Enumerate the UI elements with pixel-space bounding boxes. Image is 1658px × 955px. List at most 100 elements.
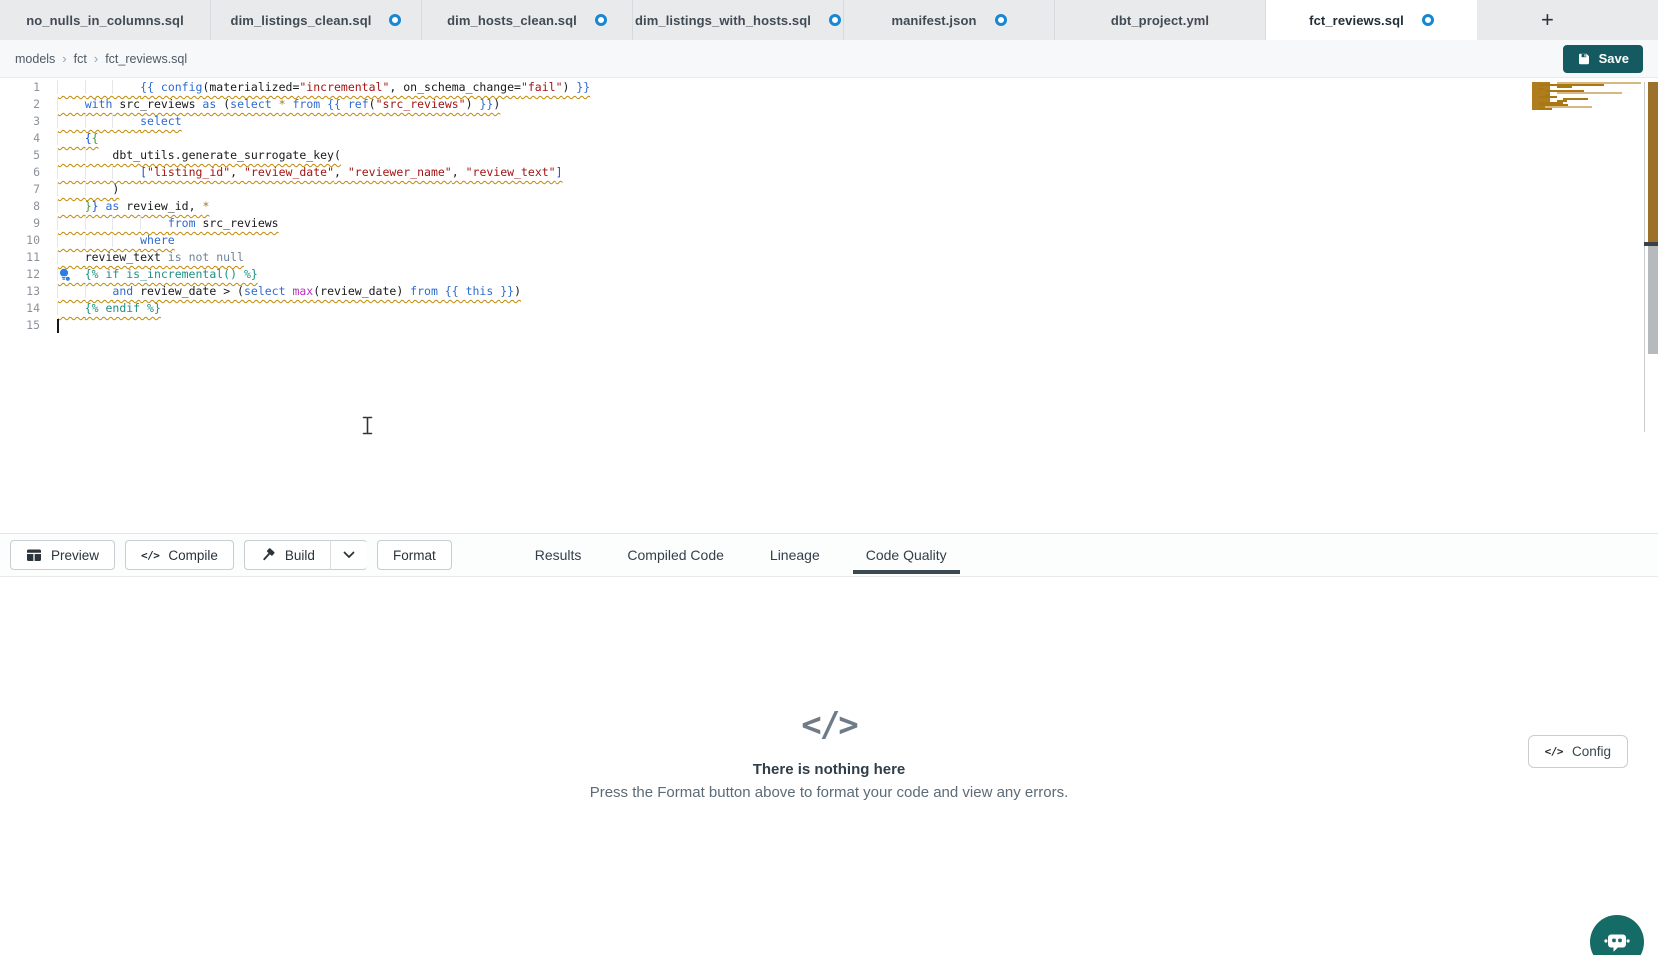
code-line-text: and review_date > (select max(review_dat… [57,283,521,300]
code-token: { [85,131,92,145]
breadcrumb-item[interactable]: fct [74,52,87,66]
line-number: 4 [0,130,40,147]
panel-tab-lineage[interactable]: Lineage [757,534,833,576]
code-line[interactable]: 12 {% if is_incremental() %} [0,266,1658,283]
indent-guide [57,97,86,111]
code-token: select [140,114,182,128]
code-line-text: ["listing_id", "review_date", "reviewer_… [57,164,563,181]
line-number: 15 [0,317,40,334]
code-line[interactable]: 11 review_text is not null [0,249,1658,266]
code-token: "reviewer_name" [348,165,452,179]
code-token: review_date [140,284,223,298]
editor-scrollbar[interactable] [1644,82,1658,432]
code-token: { [92,131,99,145]
build-options-dropdown[interactable] [330,540,367,570]
indent-guide [57,284,86,298]
file-tab-label: dim_listings_with_hosts.sql [635,13,811,28]
code-editor[interactable]: 1 {{ config(materialized="incremental", … [0,78,1658,533]
indent-guide [112,233,141,247]
code-line[interactable]: 8 }} as review_id, * [0,198,1658,215]
code-line-text: }} as review_id, * [57,198,209,215]
panel-tab-compiled-code[interactable]: Compiled Code [614,534,737,576]
code-token: from [410,284,445,298]
line-number: 11 [0,249,40,266]
breadcrumb-item[interactable]: fct_reviews.sql [105,52,187,66]
unsaved-dot [995,14,1007,26]
code-line[interactable]: 4 {{ [0,130,1658,147]
minimap[interactable] [1532,82,1644,110]
code-line[interactable]: 6 ["listing_id", "review_date", "reviewe… [0,164,1658,181]
line-number: 13 [0,283,40,300]
code-token: , [334,165,348,179]
build-button-label: Build [285,548,315,563]
breadcrumb-bar: models›fct›fct_reviews.sql Save [0,40,1658,78]
code-token: "review_date" [244,165,334,179]
save-button[interactable]: Save [1563,45,1643,73]
file-tab-dim_hosts_clean.sql[interactable]: dim_hosts_clean.sql [422,0,633,40]
new-tab-button[interactable]: + [1533,7,1562,33]
indent-guide [57,182,86,196]
code-lines: 1 {{ config(materialized="incremental", … [0,78,1658,334]
result-panel-tabs: Results Compiled Code Lineage Code Quality [512,534,970,576]
code-token: "src_reviews" [376,97,466,111]
indent-guide [85,114,114,128]
code-brackets-icon: </> [1545,745,1563,758]
quick-fix-lightbulb-icon[interactable] [57,268,71,282]
code-line[interactable]: 14 {% endif %} [0,300,1658,317]
code-token: , [230,165,244,179]
indent-guide [57,131,86,145]
indent-guide [57,233,86,247]
file-tab-manifest.json[interactable]: manifest.json [844,0,1055,40]
preview-button-label: Preview [51,548,99,563]
code-line[interactable]: 7 ) [0,181,1658,198]
code-token: ) [112,182,119,196]
indent-guide [57,250,86,264]
unsaved-dot [595,14,607,26]
floppy-disk-icon [1577,52,1591,66]
code-token: , on_schema_change= [389,80,521,94]
code-token: review_id, [126,199,202,213]
indent-guide [57,114,86,128]
file-tab-dim_listings_with_hosts.sql[interactable]: dim_listings_with_hosts.sql [633,0,844,40]
code-token: ) [514,284,521,298]
line-number: 3 [0,113,40,130]
file-tab-label: dbt_project.yml [1111,13,1209,28]
line-number: 7 [0,181,40,198]
robot-chat-icon [1602,927,1632,955]
code-line[interactable]: 13 and review_date > (select max(review_… [0,283,1658,300]
code-token: dbt_utils.generate_surrogate_key( [112,148,340,162]
empty-state-title: There is nothing here [753,761,906,778]
code-line-text [57,317,59,334]
config-button[interactable]: </> Config [1528,735,1628,768]
scrollbar-thumb[interactable] [1648,246,1658,354]
file-tab-no_nulls_in_columns.sql[interactable]: no_nulls_in_columns.sql [0,0,211,40]
build-button[interactable]: Build [244,540,330,570]
code-token: {{ [445,284,466,298]
code-token: } [85,199,92,213]
code-token: src_reviews [202,216,278,230]
code-line[interactable]: 15 [0,317,1658,334]
code-line[interactable]: 2 with src_reviews as (select * from {{ … [0,96,1658,113]
code-line-text: ) [57,181,119,198]
panel-tab-results[interactable]: Results [522,534,595,576]
mouse-ibeam-cursor [362,416,373,440]
compile-button[interactable]: </> Compile [125,540,234,570]
file-tab-dim_listings_clean.sql[interactable]: dim_listings_clean.sql [211,0,422,40]
code-line[interactable]: 10 where [0,232,1658,249]
breadcrumb-item[interactable]: models [15,52,55,66]
table-grid-icon [26,547,42,563]
preview-button[interactable]: Preview [10,540,115,570]
code-line[interactable]: 1 {{ config(materialized="incremental", … [0,79,1658,96]
code-line[interactable]: 3 select [0,113,1658,130]
code-line[interactable]: 9 from src_reviews [0,215,1658,232]
format-button[interactable]: Format [377,540,452,570]
file-tab-fct_reviews.sql[interactable]: fct_reviews.sql [1266,0,1477,40]
file-tabs: no_nulls_in_columns.sqldim_listings_clea… [0,0,1477,40]
file-tab-dbt_project.yml[interactable]: dbt_project.yml [1055,0,1266,40]
code-token: select [244,284,292,298]
code-token: review_text [85,250,168,264]
code-line[interactable]: 5 dbt_utils.generate_surrogate_key( [0,147,1658,164]
indent-guide [85,284,114,298]
code-token: from [168,216,203,230]
panel-tab-code-quality[interactable]: Code Quality [853,534,960,576]
